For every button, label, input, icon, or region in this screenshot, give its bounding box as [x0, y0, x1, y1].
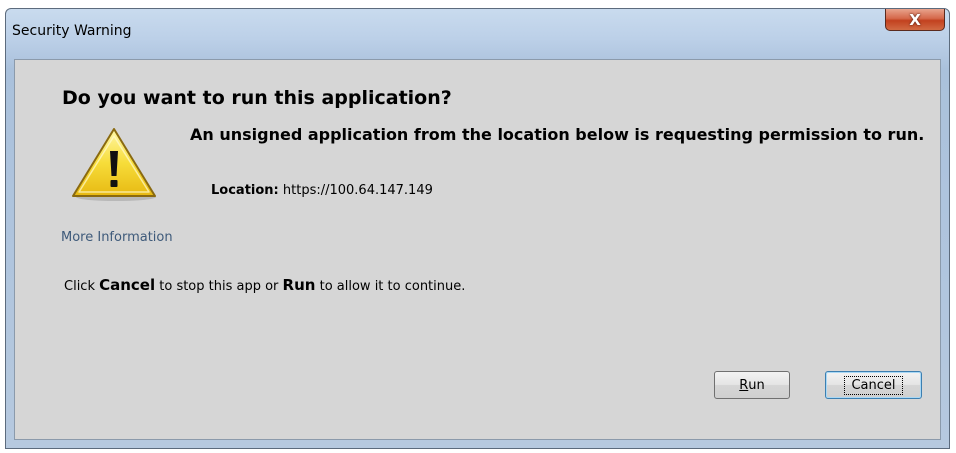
instruction-part3: to allow it to continue.	[315, 279, 466, 294]
location-row: Location: https://100.64.147.149	[211, 183, 433, 198]
dialog-heading: Do you want to run this application?	[62, 87, 452, 109]
close-icon: X	[909, 10, 921, 29]
warning-triangle-icon	[72, 128, 156, 201]
run-button[interactable]: Run	[714, 371, 790, 399]
dialog-body: Do you want to run this application? An …	[14, 59, 941, 440]
instruction-run-word: Run	[282, 276, 316, 294]
instruction-part1: Click	[64, 279, 100, 294]
instruction-text: Click Cancel to stop this app or Run to …	[64, 276, 465, 294]
location-label: Location:	[211, 183, 279, 198]
more-information-link[interactable]: More Information	[61, 230, 173, 245]
cancel-button-label: Cancel	[844, 375, 903, 395]
title-bar[interactable]: Security Warning X	[6, 9, 949, 59]
location-value: https://100.64.147.149	[282, 183, 433, 198]
cancel-button[interactable]: Cancel	[825, 371, 922, 399]
window-title: Security Warning	[12, 23, 132, 39]
security-warning-window: Security Warning X Do you want to run th…	[5, 8, 950, 449]
close-button[interactable]: X	[885, 9, 945, 31]
instruction-part2: to stop this app or	[155, 279, 283, 294]
warning-message: An unsigned application from the locatio…	[190, 125, 925, 144]
instruction-cancel-word: Cancel	[99, 276, 156, 294]
run-button-mnemonic: R	[739, 377, 749, 393]
run-button-label: un	[748, 377, 765, 393]
